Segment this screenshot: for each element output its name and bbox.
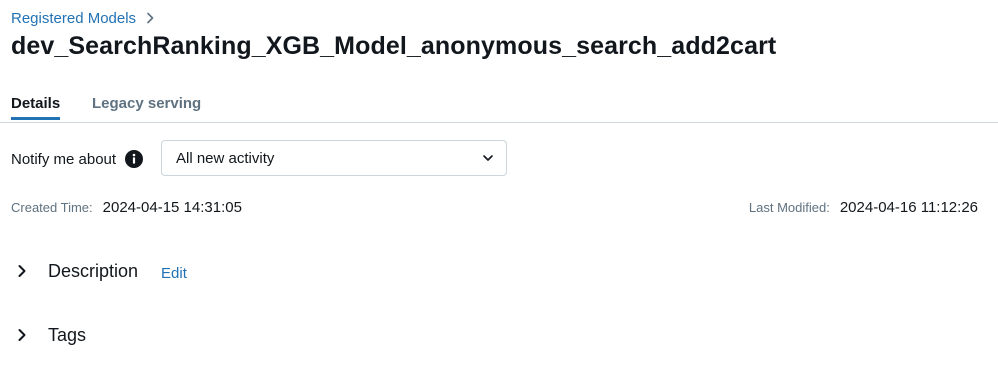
chevron-right-icon <box>144 12 156 24</box>
description-edit-link[interactable]: Edit <box>161 265 187 282</box>
description-section: Description Edit <box>15 258 187 284</box>
last-modified-label: Last Modified: <box>748 200 830 215</box>
created-time: Created Time: 2024-04-15 14:31:05 <box>11 199 242 216</box>
page-title: dev_SearchRanking_XGB_Model_anonymous_se… <box>11 32 777 60</box>
tab-details[interactable]: Details <box>11 95 61 120</box>
notify-row: Notify me about <box>11 140 144 178</box>
breadcrumb-link-registered-models[interactable]: Registered Models <box>11 10 136 27</box>
notify-select-value: All new activity <box>176 149 275 167</box>
tab-legacy-serving[interactable]: Legacy serving <box>92 95 201 118</box>
notify-select[interactable]: All new activity <box>161 140 507 176</box>
last-modified: Last Modified: 2024-04-16 11:12:26 <box>749 199 978 216</box>
info-icon[interactable] <box>125 150 144 168</box>
description-title[interactable]: Description <box>48 261 138 282</box>
last-modified-value: 2024-04-16 11:12:26 <box>839 199 978 216</box>
chevron-right-icon[interactable] <box>15 328 29 342</box>
notify-label: Notify me about <box>11 150 117 168</box>
chevron-right-icon[interactable] <box>15 264 29 278</box>
tags-section: Tags <box>15 322 86 348</box>
tags-title[interactable]: Tags <box>48 325 86 346</box>
chevron-down-icon <box>482 152 494 164</box>
tab-bar: Details Legacy serving <box>0 92 998 123</box>
created-time-value: 2024-04-15 14:31:05 <box>102 199 242 216</box>
created-time-label: Created Time: <box>11 200 93 215</box>
breadcrumb: Registered Models <box>11 8 156 28</box>
